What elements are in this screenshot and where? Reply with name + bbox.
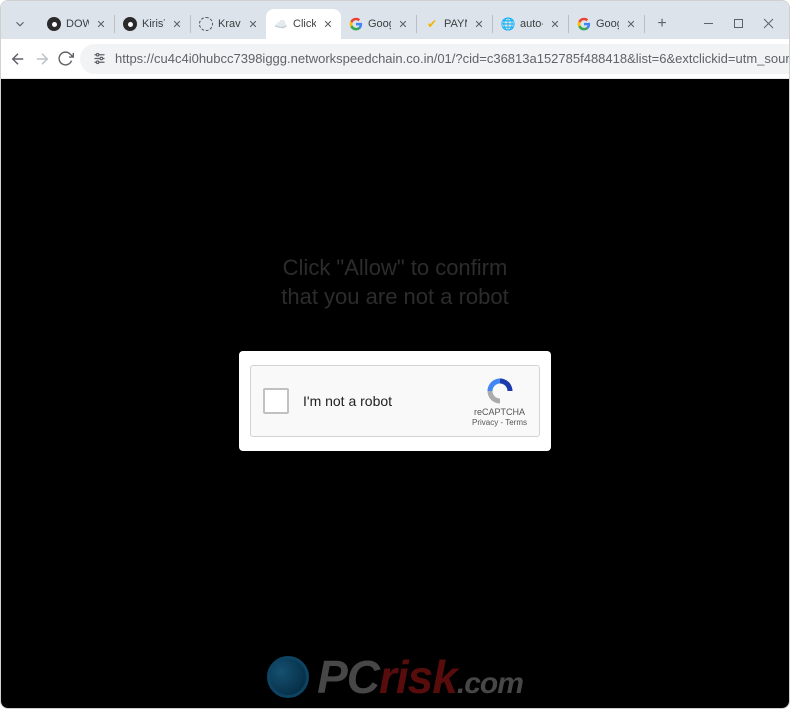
tab-payment[interactable]: ✔ PAYME ✕ xyxy=(417,9,492,39)
close-icon xyxy=(763,18,774,29)
close-window-button[interactable] xyxy=(753,11,783,35)
instruction-line-2: that you are not a robot xyxy=(281,283,509,312)
chevron-down-icon xyxy=(13,17,27,31)
tab-close-button[interactable]: ✕ xyxy=(472,17,486,31)
minimize-icon xyxy=(703,18,714,29)
instruction-line-1: Click "Allow" to confirm xyxy=(281,254,509,283)
tab-close-button[interactable]: ✕ xyxy=(624,17,638,31)
reload-button[interactable] xyxy=(57,45,74,73)
url-text: https://cu4c4i0hubcc7398iggg.networkspee… xyxy=(115,51,790,66)
recaptcha-widget: I'm not a robot reCAPTCHA Privacy - Term… xyxy=(250,365,540,437)
favicon-google-icon xyxy=(349,17,363,31)
tab-title: Googl xyxy=(596,18,619,30)
back-button[interactable] xyxy=(9,45,27,73)
tab-divider xyxy=(644,15,645,33)
watermark-pc: PC xyxy=(317,651,379,703)
arrow-right-icon xyxy=(33,50,51,68)
tab-close-button[interactable]: ✕ xyxy=(396,17,410,31)
browser-window: DOWN ✕ KirisTV ✕ Kraver ✕ ☁️ Click " ✕ G… xyxy=(0,0,790,709)
captcha-card: I'm not a robot reCAPTCHA Privacy - Term… xyxy=(239,351,551,451)
tab-kraver[interactable]: Kraver ✕ xyxy=(191,9,266,39)
tab-close-button[interactable]: ✕ xyxy=(321,17,335,31)
tab-title: Googl xyxy=(368,18,391,30)
captcha-checkbox[interactable] xyxy=(263,388,289,414)
recaptcha-logo-icon xyxy=(485,376,515,406)
site-info-button[interactable] xyxy=(92,51,107,66)
tab-close-button[interactable]: ✕ xyxy=(548,17,562,31)
toolbar: https://cu4c4i0hubcc7398iggg.networkspee… xyxy=(1,39,789,79)
tab-click-allow[interactable]: ☁️ Click " ✕ xyxy=(266,9,341,39)
tab-google-2[interactable]: Googl ✕ xyxy=(569,9,644,39)
tab-title: DOWN xyxy=(66,18,89,30)
maximize-icon xyxy=(733,18,744,29)
tab-title: PAYME xyxy=(444,18,467,30)
minimize-button[interactable] xyxy=(693,11,723,35)
tab-title: Click " xyxy=(293,18,316,30)
page-content: Click "Allow" to confirm that you are no… xyxy=(1,79,789,708)
watermark: PCrisk.com xyxy=(1,650,789,704)
captcha-brand: reCAPTCHA Privacy - Terms xyxy=(472,376,527,427)
maximize-button[interactable] xyxy=(723,11,753,35)
captcha-label: I'm not a robot xyxy=(303,393,472,409)
reload-icon xyxy=(57,50,74,67)
tab-download[interactable]: DOWN ✕ xyxy=(39,9,114,39)
new-tab-button[interactable]: + xyxy=(649,11,675,37)
arrow-left-icon xyxy=(9,50,27,68)
favicon-google-icon xyxy=(577,17,591,31)
forward-button[interactable] xyxy=(33,45,51,73)
tab-title: Kraver xyxy=(218,18,241,30)
address-bar[interactable]: https://cu4c4i0hubcc7398iggg.networkspee… xyxy=(80,44,790,74)
favicon-dark-icon xyxy=(47,17,61,31)
captcha-links[interactable]: Privacy - Terms xyxy=(472,418,527,427)
watermark-risk: risk xyxy=(379,651,457,703)
tab-strip: DOWN ✕ KirisTV ✕ Kraver ✕ ☁️ Click " ✕ G… xyxy=(1,1,789,39)
tab-close-button[interactable]: ✕ xyxy=(246,17,260,31)
tab-close-button[interactable]: ✕ xyxy=(170,17,184,31)
window-controls xyxy=(693,11,783,35)
tab-kiristv[interactable]: KirisTV ✕ xyxy=(115,9,190,39)
tab-title: KirisTV xyxy=(142,18,165,30)
favicon-globe-icon: 🌐 xyxy=(501,17,515,31)
watermark-badge-icon xyxy=(267,656,309,698)
captcha-brand-text: reCAPTCHA xyxy=(474,407,525,417)
instruction-text: Click "Allow" to confirm that you are no… xyxy=(281,254,509,311)
watermark-com: .com xyxy=(457,667,523,700)
tune-icon xyxy=(92,51,107,66)
favicon-loading-icon xyxy=(199,17,213,31)
tab-title: auto-l xyxy=(520,18,543,30)
tab-google-1[interactable]: Googl ✕ xyxy=(341,9,416,39)
favicon-cloud-icon: ☁️ xyxy=(274,17,288,31)
tab-search-button[interactable] xyxy=(7,11,33,37)
favicon-dark-icon xyxy=(123,17,137,31)
favicon-check-icon: ✔ xyxy=(425,17,439,31)
watermark-text: PCrisk.com xyxy=(317,650,523,704)
tab-auto[interactable]: 🌐 auto-l ✕ xyxy=(493,9,568,39)
tab-close-button[interactable]: ✕ xyxy=(94,17,108,31)
